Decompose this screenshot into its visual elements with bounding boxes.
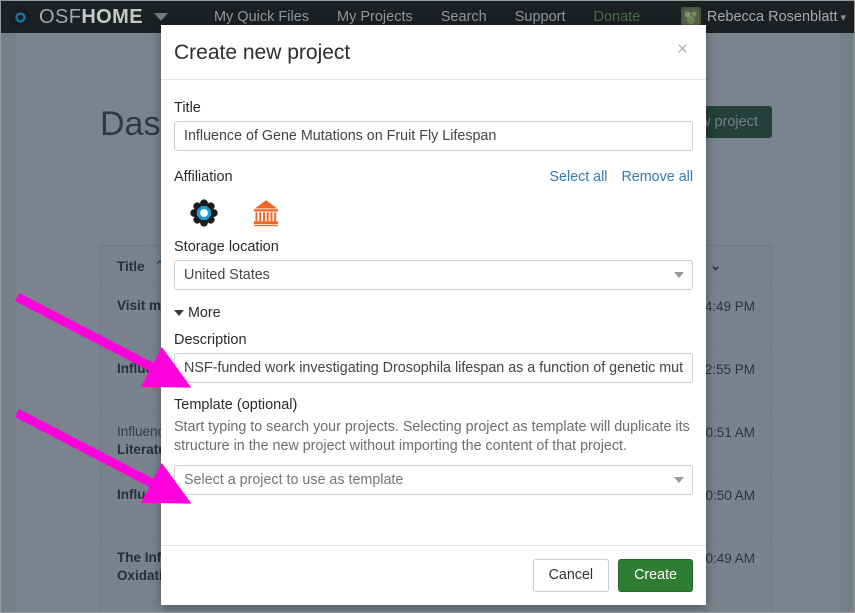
storage-location-select-wrap: United States (174, 260, 693, 290)
project-description-input[interactable] (174, 353, 693, 383)
modal-body: Title Affiliation Select all Remove all (161, 80, 706, 545)
template-select[interactable]: Select a project to use as template (174, 464, 693, 495)
create-new-project-modal: Create new project × Title Affiliation S… (161, 25, 706, 605)
affiliation-logos (174, 187, 693, 239)
modal-header: Create new project × (161, 25, 706, 80)
storage-location-label: Storage location (174, 239, 279, 255)
affiliation-header: Affiliation Select all Remove all (174, 169, 693, 185)
remove-all-link[interactable]: Remove all (621, 169, 693, 185)
affiliation-label: Affiliation (174, 169, 233, 185)
close-icon[interactable]: × (673, 38, 692, 61)
more-toggle[interactable]: More (174, 305, 693, 321)
project-title-input[interactable] (174, 121, 693, 151)
storage-location-select[interactable]: United States (174, 260, 693, 290)
create-button[interactable]: Create (618, 558, 693, 592)
affiliation-actions: Select all Remove all (549, 169, 693, 185)
cancel-button[interactable]: Cancel (532, 558, 610, 592)
more-toggle-label: More (188, 305, 221, 321)
app-root: Dashboard New project Title ⌃ ⌄ Visit my… (0, 0, 855, 613)
caret-down-icon (174, 310, 184, 316)
description-field-label: Description (174, 332, 247, 348)
template-field-label: Template (optional) (174, 397, 298, 413)
cos-logo-icon[interactable] (189, 198, 219, 228)
uva-rotunda-logo-icon[interactable] (251, 198, 281, 228)
template-select-wrap: Select a project to use as template (174, 464, 693, 495)
modal-footer: Cancel Create (161, 544, 706, 605)
title-field-label: Title (174, 100, 201, 116)
select-all-link[interactable]: Select all (549, 169, 607, 185)
template-help-text: Start typing to search your projects. Se… (174, 419, 690, 455)
modal-title: Create new project (174, 41, 351, 64)
